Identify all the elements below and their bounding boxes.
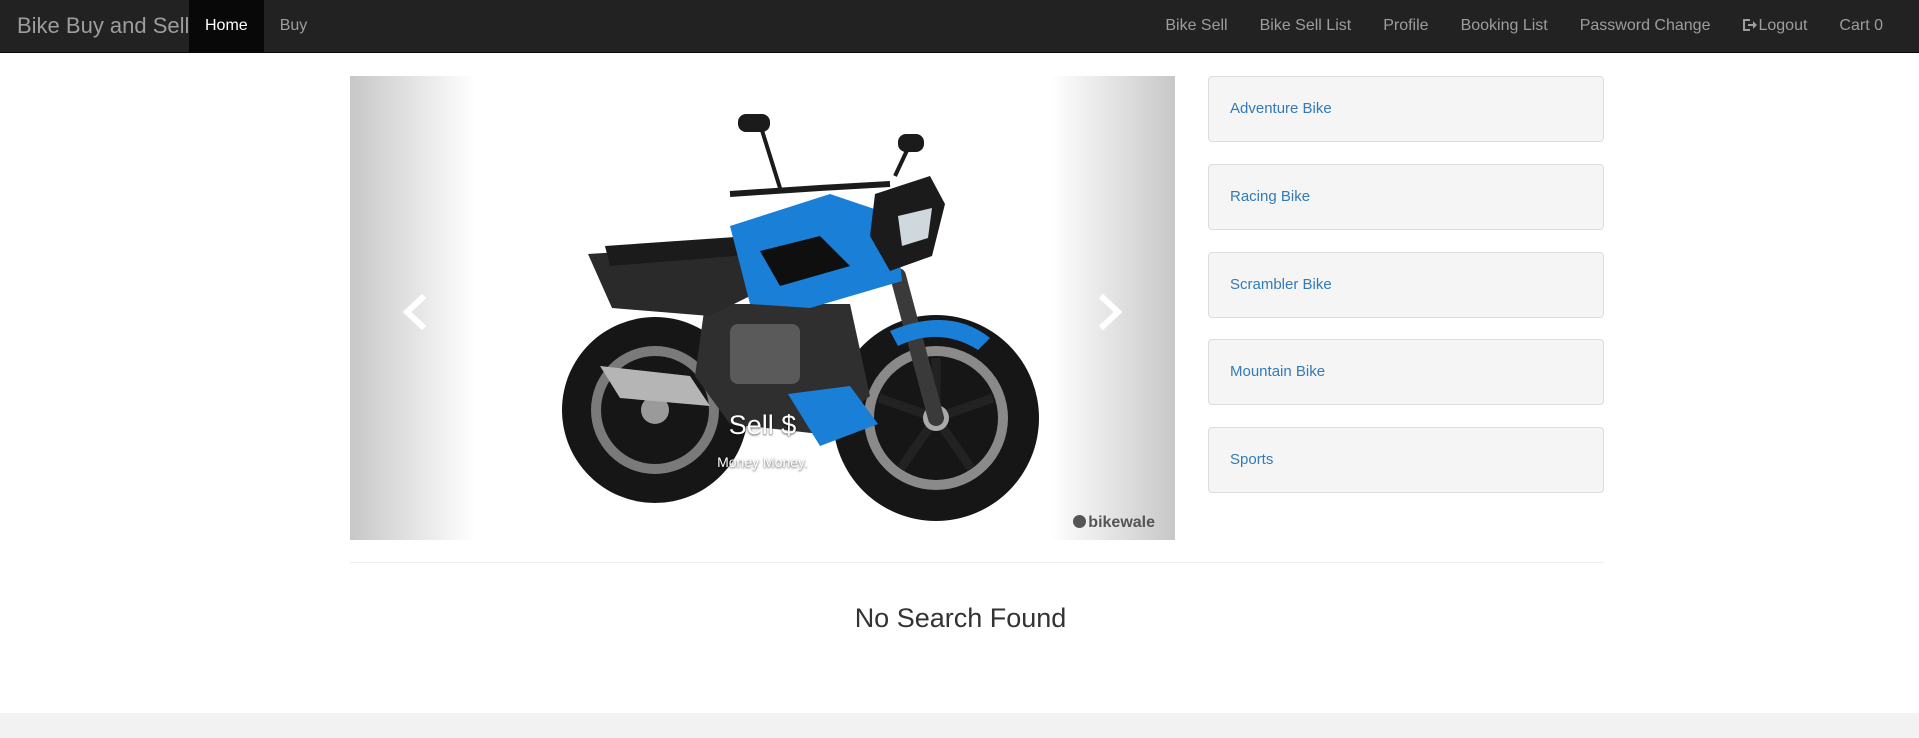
no-search-message: No Search Found [854, 603, 1067, 633]
category-item-scrambler[interactable]: Scrambler Bike [1208, 252, 1604, 318]
footer [0, 713, 1919, 738]
category-link-adventure[interactable]: Adventure Bike [1230, 100, 1332, 117]
category-link-scrambler[interactable]: Scrambler Bike [1230, 276, 1332, 293]
nav-home-link[interactable]: Home [189, 0, 264, 52]
nav-bike-sell-link[interactable]: Bike Sell [1149, 0, 1243, 52]
category-link-sports[interactable]: Sports [1230, 451, 1273, 468]
carousel-caption-text: Money Money. [717, 454, 808, 470]
nav-left: Home Buy [189, 0, 323, 52]
nav-logout-link[interactable]: Logout [1726, 0, 1823, 52]
logout-icon [1742, 2, 1758, 54]
carousel-next-button[interactable] [1089, 292, 1129, 332]
watermark-text: bikewale [1088, 514, 1155, 531]
nav-right: Bike Sell Bike Sell List Profile Booking… [1149, 0, 1899, 52]
category-link-mountain[interactable]: Mountain Bike [1230, 363, 1325, 380]
nav-buy-link[interactable]: Buy [264, 0, 324, 52]
logout-label: Logout [1758, 17, 1808, 34]
category-item-mountain[interactable]: Mountain Bike [1208, 339, 1604, 405]
carousel-prev-button[interactable] [396, 292, 436, 332]
image-carousel[interactable]: Sell $ Money Money. bikewale [350, 76, 1175, 540]
chevron-right-icon [1098, 293, 1123, 331]
bikewale-logo-icon [1073, 515, 1087, 528]
chevron-left-icon [402, 293, 427, 331]
category-item-adventure[interactable]: Adventure Bike [1208, 76, 1604, 142]
category-item-sports[interactable]: Sports [1208, 427, 1604, 493]
top-navbar: Bike Buy and Sell Home Buy Bike Sell Bik… [0, 0, 1919, 53]
carousel-caption-title: Sell $ [728, 410, 797, 440]
category-link-racing[interactable]: Racing Bike [1230, 188, 1310, 205]
nav-booking-list-link[interactable]: Booking List [1445, 0, 1564, 52]
nav-profile-link[interactable]: Profile [1367, 0, 1444, 52]
nav-bike-sell-list-link[interactable]: Bike Sell List [1244, 0, 1368, 52]
nav-cart-link[interactable]: Cart 0 [1823, 0, 1899, 52]
section-divider [350, 562, 1604, 563]
category-item-racing[interactable]: Racing Bike [1208, 164, 1604, 230]
brand-link[interactable]: Bike Buy and Sell [17, 0, 189, 52]
nav-password-change-link[interactable]: Password Change [1564, 0, 1727, 52]
bikewale-watermark: bikewale [1073, 514, 1155, 532]
